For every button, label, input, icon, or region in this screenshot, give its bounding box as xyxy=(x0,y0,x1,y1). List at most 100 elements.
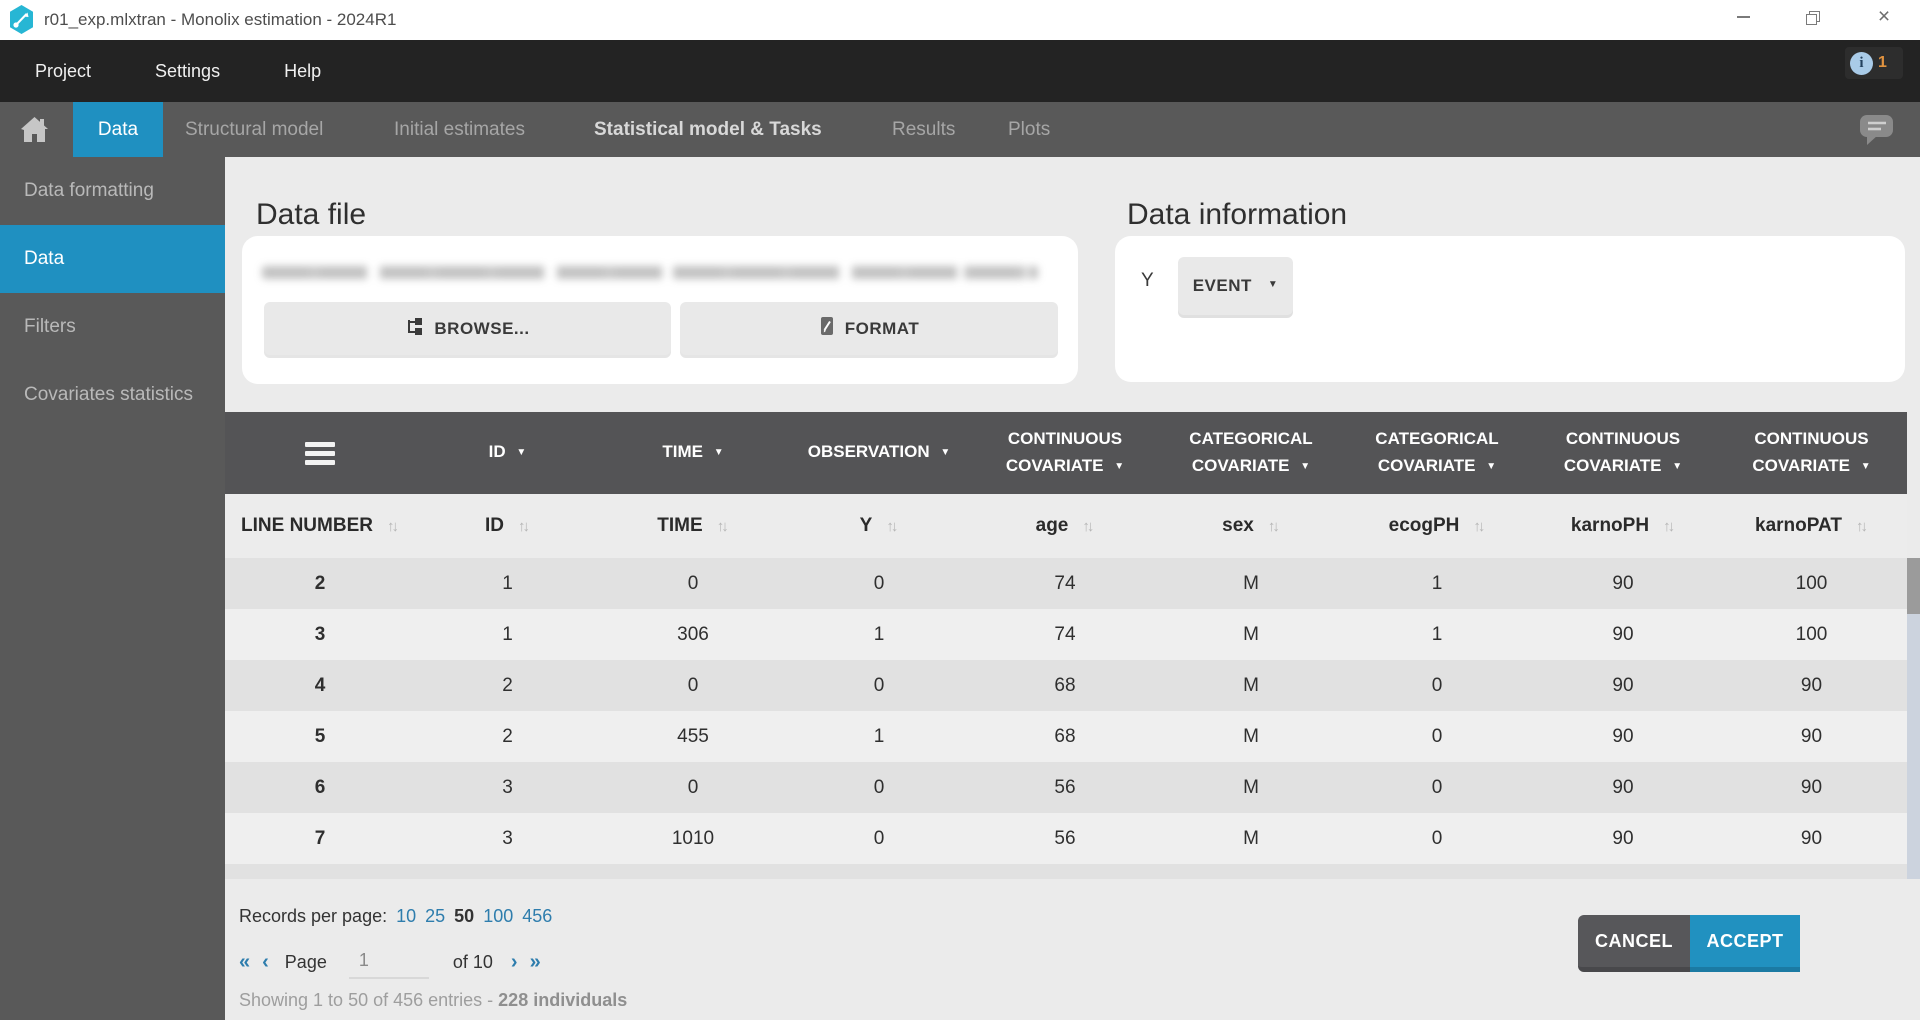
page-size-50[interactable]: 50 xyxy=(454,906,474,927)
chevron-down-icon: ▼ xyxy=(1861,461,1871,472)
column-type-dropdown-id[interactable]: ID ▼ xyxy=(415,412,600,494)
column-type-dropdown-observation[interactable]: OBSERVATION ▼ xyxy=(786,412,972,494)
monolix-logo-icon xyxy=(8,4,35,40)
chevron-down-icon: ▼ xyxy=(1300,461,1310,472)
minimize-button[interactable] xyxy=(1720,0,1766,34)
table-cell: 56 xyxy=(972,762,1158,813)
table-cell: 0 xyxy=(786,558,972,609)
last-page-button[interactable]: » xyxy=(530,951,541,974)
page-size-100[interactable]: 100 xyxy=(483,906,513,927)
chevron-down-icon: ▼ xyxy=(1486,461,1496,472)
y-type-value: EVENT xyxy=(1193,276,1252,296)
table-scrollbar-thumb[interactable] xyxy=(1907,558,1920,614)
tab-plots[interactable]: Plots xyxy=(1008,102,1050,157)
table-cell: 306 xyxy=(600,609,786,660)
column-header-ecogph: ecogPH↑↓ xyxy=(1344,494,1530,558)
sort-icon[interactable]: ↑↓ xyxy=(1649,518,1675,535)
page-size-456[interactable]: 456 xyxy=(522,906,552,927)
chevron-down-icon: ▼ xyxy=(1268,279,1278,290)
column-header-karnoph: karnoPH↑↓ xyxy=(1530,494,1716,558)
chevron-down-icon: ▼ xyxy=(714,447,724,458)
table-cell: 455 xyxy=(600,711,786,762)
table-column-header-row: LINE NUMBER↑↓ID↑↓TIME↑↓Y↑↓age↑↓sex↑↓ecog… xyxy=(225,494,1907,558)
column-type-dropdown-continuous-covariate[interactable]: CONTINUOUS COVARIATE ▼ xyxy=(972,412,1158,494)
tab-statistical-model-tasks[interactable]: Statistical model & Tasks xyxy=(594,102,822,157)
column-header-line-number: LINE NUMBER↑↓ xyxy=(225,494,415,558)
table-cell: 1 xyxy=(415,558,600,609)
column-header-age: age↑↓ xyxy=(972,494,1158,558)
column-type-dropdown-continuous-covariate[interactable]: CONTINUOUS COVARIATE ▼ xyxy=(1716,412,1907,494)
table-row: 31306174M190100 xyxy=(225,609,1907,660)
sidebar-item-filters[interactable]: Filters xyxy=(0,293,225,361)
previous-page-button[interactable]: ‹ xyxy=(262,951,269,974)
home-icon[interactable] xyxy=(20,116,49,148)
chat-icon[interactable] xyxy=(1858,113,1896,151)
data-information-heading: Data information xyxy=(1127,198,1347,232)
table-cell: 100 xyxy=(1716,609,1907,660)
menu-help[interactable]: Help xyxy=(284,61,321,82)
table-cell: M xyxy=(1158,711,1344,762)
table-cell: 90 xyxy=(1530,660,1716,711)
sort-icon[interactable]: ↑↓ xyxy=(373,518,399,535)
table-cell: 1 xyxy=(1344,558,1530,609)
sort-icon[interactable]: ↑↓ xyxy=(1254,518,1280,535)
table-cell: 3 xyxy=(415,762,600,813)
notification-badge[interactable]: i 1 xyxy=(1845,47,1903,79)
table-cell: M xyxy=(1158,660,1344,711)
table-cell: 0 xyxy=(600,762,786,813)
column-header-karnopat: karnoPAT↑↓ xyxy=(1716,494,1907,558)
column-type-dropdown-time[interactable]: TIME ▼ xyxy=(600,412,786,494)
page-count-label: of 10 xyxy=(453,952,493,973)
table-cell: 0 xyxy=(786,660,972,711)
menu-project[interactable]: Project xyxy=(35,61,91,82)
page-number-input[interactable] xyxy=(349,946,429,979)
maximize-button[interactable] xyxy=(1789,0,1835,34)
accept-button[interactable]: ACCEPT xyxy=(1690,915,1800,972)
close-button[interactable]: × xyxy=(1861,0,1907,34)
sort-icon[interactable]: ↑↓ xyxy=(703,518,729,535)
chevron-down-icon: ▼ xyxy=(1114,461,1124,472)
table-cell: 90 xyxy=(1716,813,1907,864)
column-type-dropdown-continuous-covariate[interactable]: CONTINUOUS COVARIATE ▼ xyxy=(1530,412,1716,494)
table-body: 210074M19010031306174M190100420068M09090… xyxy=(225,558,1907,864)
table-cell: 90 xyxy=(1716,762,1907,813)
table-cell: 74 xyxy=(972,558,1158,609)
sort-icon[interactable]: ↑↓ xyxy=(1459,518,1485,535)
sort-icon[interactable]: ↑↓ xyxy=(1068,518,1094,535)
table-cell: 68 xyxy=(972,711,1158,762)
table-cell: 90 xyxy=(1530,711,1716,762)
table-cell: 3 xyxy=(415,813,600,864)
table-cell: M xyxy=(1158,813,1344,864)
sort-icon[interactable]: ↑↓ xyxy=(872,518,898,535)
page-size-25[interactable]: 25 xyxy=(425,906,445,927)
sort-icon[interactable]: ↑↓ xyxy=(1842,518,1868,535)
browse-button[interactable]: BROWSE... xyxy=(264,302,671,355)
table-cell: 1 xyxy=(415,609,600,660)
tab-results[interactable]: Results xyxy=(892,102,955,157)
sort-icon[interactable]: ↑↓ xyxy=(504,518,530,535)
info-icon: i xyxy=(1850,52,1873,75)
tab-data[interactable]: Data xyxy=(73,102,163,157)
next-page-button[interactable]: › xyxy=(511,951,518,974)
menu-settings[interactable]: Settings xyxy=(155,61,220,82)
pagination: « ‹ Page of 10 › » xyxy=(239,946,541,979)
hamburger-icon[interactable] xyxy=(305,442,335,465)
sidebar-item-data-formatting[interactable]: Data formatting xyxy=(0,157,225,225)
table-cell: 0 xyxy=(1344,711,1530,762)
format-button[interactable]: FORMAT xyxy=(680,302,1058,355)
table-row: 420068M09090 xyxy=(225,660,1907,711)
tab-structural-model[interactable]: Structural model xyxy=(185,102,323,157)
sidebar-item-covariates-statistics[interactable]: Covariates statistics xyxy=(0,361,225,429)
table-cell: 0 xyxy=(600,558,786,609)
y-type-dropdown[interactable]: EVENT ▼ xyxy=(1178,257,1293,315)
sidebar-item-data[interactable]: Data xyxy=(0,225,225,293)
column-type-dropdown-categorical-covariate[interactable]: CATEGORICAL COVARIATE ▼ xyxy=(1158,412,1344,494)
table-cell: 0 xyxy=(786,762,972,813)
column-type-dropdown-categorical-covariate[interactable]: CATEGORICAL COVARIATE ▼ xyxy=(1344,412,1530,494)
tab-initial-estimates[interactable]: Initial estimates xyxy=(394,102,525,157)
menu-bar: Project Settings Help i 1 xyxy=(0,40,1920,102)
page-size-10[interactable]: 10 xyxy=(396,906,416,927)
cancel-button[interactable]: CANCEL xyxy=(1578,915,1690,972)
first-page-button[interactable]: « xyxy=(239,951,250,974)
showing-entries-text: Showing 1 to 50 of 456 entries - 228 ind… xyxy=(239,990,627,1011)
